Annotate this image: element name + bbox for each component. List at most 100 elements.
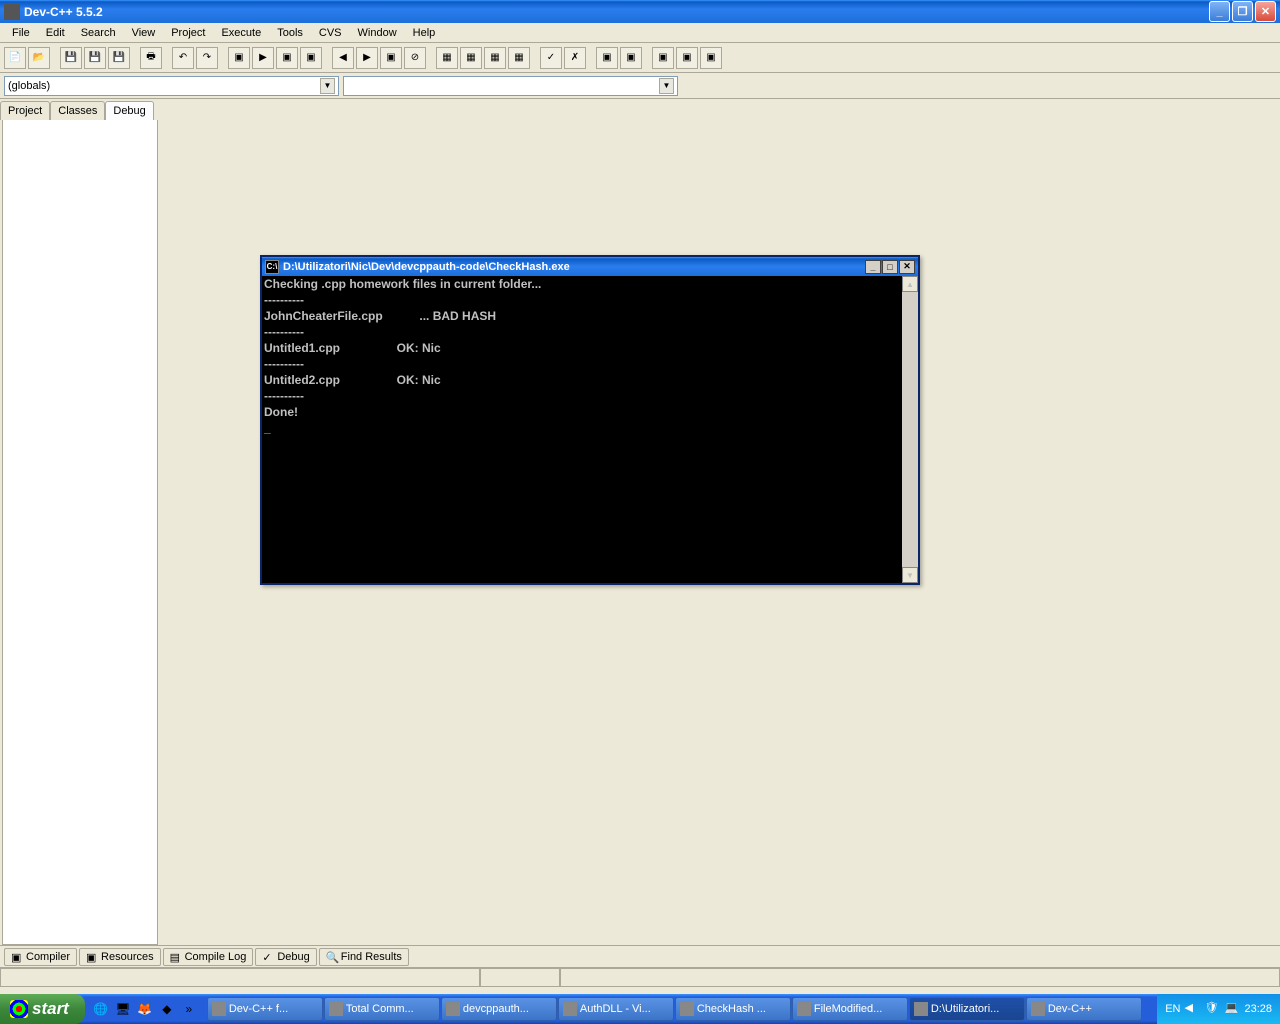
cancel-button[interactable]: ✗: [564, 47, 586, 69]
tb-misc1[interactable]: ▣: [596, 47, 618, 69]
side-panel[interactable]: [2, 120, 158, 945]
tab-compiler[interactable]: ▣ Compiler: [4, 948, 77, 966]
tb-goto2[interactable]: ▣: [676, 47, 698, 69]
save-as-button[interactable]: 💾: [108, 47, 130, 69]
tab-debug-label: Debug: [277, 951, 309, 963]
redo-button[interactable]: ↷: [196, 47, 218, 69]
task-icon: [1031, 1002, 1045, 1016]
task-item[interactable]: D:\Utilizatori...: [909, 997, 1025, 1021]
bottom-tabs: ▣ Compiler ▣ Resources ▤ Compile Log ✓ D…: [0, 945, 1280, 967]
resources-icon: ▣: [86, 951, 98, 963]
toolbar: 📄 📂 💾 💾 💾 🖶 ↶ ↷ ▣ ▶ ▣ ▣ ◀ ▶ ▣ ⊘ ▦ ▦ ▦ ▦ …: [0, 43, 1280, 73]
console-close-button[interactable]: ✕: [899, 260, 915, 274]
maximize-button[interactable]: ❐: [1232, 1, 1253, 22]
compile-button[interactable]: ▣: [228, 47, 250, 69]
compile-run-button[interactable]: ▣: [276, 47, 298, 69]
forward-button[interactable]: ▶: [356, 47, 378, 69]
tray-icon[interactable]: ◀: [1184, 1001, 1200, 1017]
console-maximize-button[interactable]: □: [882, 260, 898, 274]
task-item[interactable]: CheckHash ...: [675, 997, 791, 1021]
run-button[interactable]: ▶: [252, 47, 274, 69]
ql-app-icon[interactable]: ◆: [157, 999, 177, 1019]
tab-project[interactable]: Project: [0, 101, 50, 120]
tab-classes[interactable]: Classes: [50, 101, 105, 120]
menu-search[interactable]: Search: [73, 25, 124, 41]
ql-firefox-icon[interactable]: 🦊: [135, 999, 155, 1019]
tb-goto1[interactable]: ▣: [652, 47, 674, 69]
task-icon: [446, 1002, 460, 1016]
menu-file[interactable]: File: [4, 25, 38, 41]
tb-goto3[interactable]: ▣: [700, 47, 722, 69]
console-minimize-button[interactable]: _: [865, 260, 881, 274]
log-icon: ▤: [170, 951, 182, 963]
rebuild-button[interactable]: ▣: [300, 47, 322, 69]
tab-debug-bottom[interactable]: ✓ Debug: [255, 948, 316, 966]
ql-ie-icon[interactable]: 🌐: [91, 999, 111, 1019]
tray-icon[interactable]: 💻: [1224, 1001, 1240, 1017]
system-tray: EN ◀ 🛡 💻 23:28: [1157, 994, 1280, 1024]
check-button[interactable]: ✓: [540, 47, 562, 69]
new-file-button[interactable]: 📄: [4, 47, 26, 69]
print-button[interactable]: 🖶: [140, 47, 162, 69]
console-window: C:\ D:\Utilizatori\Nic\Dev\devcppauth-co…: [260, 255, 920, 585]
stop-button[interactable]: ⊘: [404, 47, 426, 69]
close-button[interactable]: ✕: [1255, 1, 1276, 22]
ql-desktop-icon[interactable]: 🖥: [113, 999, 133, 1019]
tab-compiler-label: Compiler: [26, 951, 70, 963]
save-all-button[interactable]: 💾: [84, 47, 106, 69]
tb-misc2[interactable]: ▣: [620, 47, 642, 69]
task-label: FileModified...: [814, 1003, 882, 1015]
menu-tools[interactable]: Tools: [269, 25, 311, 41]
language-indicator[interactable]: EN: [1165, 1003, 1180, 1015]
task-item[interactable]: AuthDLL - Vi...: [558, 997, 674, 1021]
clock[interactable]: 23:28: [1244, 1003, 1272, 1015]
console-output[interactable]: Checking .cpp homework files in current …: [262, 276, 918, 583]
titlebar: Dev-C++ 5.5.2 _ ❐ ✕: [0, 0, 1280, 23]
task-item[interactable]: Dev-C++: [1026, 997, 1142, 1021]
status-cell-1: [0, 968, 480, 987]
task-label: Dev-C++ f...: [229, 1003, 288, 1015]
tab-compile-log[interactable]: ▤ Compile Log: [163, 948, 254, 966]
scope-combo[interactable]: (globals) ▼: [4, 76, 339, 96]
tb-grid1[interactable]: ▦: [436, 47, 458, 69]
task-icon: [329, 1002, 343, 1016]
tab-find-results[interactable]: 🔍 Find Results: [319, 948, 409, 966]
minimize-button[interactable]: _: [1209, 1, 1230, 22]
task-item[interactable]: Dev-C++ f...: [207, 997, 323, 1021]
menu-view[interactable]: View: [124, 25, 164, 41]
tb-grid2[interactable]: ▦: [460, 47, 482, 69]
undo-button[interactable]: ↶: [172, 47, 194, 69]
task-label: devcppauth...: [463, 1003, 529, 1015]
console-scrollbar[interactable]: ▲▼: [902, 276, 918, 583]
statusbar: [0, 967, 1280, 987]
ql-expand-icon[interactable]: »: [179, 999, 199, 1019]
menu-cvs[interactable]: CVS: [311, 25, 350, 41]
task-icon: [797, 1002, 811, 1016]
debug-button[interactable]: ▣: [380, 47, 402, 69]
task-item[interactable]: FileModified...: [792, 997, 908, 1021]
menu-help[interactable]: Help: [405, 25, 444, 41]
task-label: Dev-C++: [1048, 1003, 1092, 1015]
task-item[interactable]: devcppauth...: [441, 997, 557, 1021]
scroll-up-button[interactable]: ▲: [902, 276, 918, 292]
console-titlebar[interactable]: C:\ D:\Utilizatori\Nic\Dev\devcppauth-co…: [262, 257, 918, 276]
back-button[interactable]: ◀: [332, 47, 354, 69]
windows-logo-icon: [10, 1000, 28, 1018]
tb-grid3[interactable]: ▦: [484, 47, 506, 69]
tray-icon[interactable]: 🛡: [1204, 1001, 1220, 1017]
tab-resources[interactable]: ▣ Resources: [79, 948, 161, 966]
menu-edit[interactable]: Edit: [38, 25, 73, 41]
task-item[interactable]: Total Comm...: [324, 997, 440, 1021]
start-button[interactable]: start: [0, 994, 85, 1024]
open-button[interactable]: 📂: [28, 47, 50, 69]
scroll-down-button[interactable]: ▼: [902, 567, 918, 583]
menu-project[interactable]: Project: [163, 25, 213, 41]
app-icon: [4, 4, 20, 20]
member-combo[interactable]: ▼: [343, 76, 678, 96]
save-button[interactable]: 💾: [60, 47, 82, 69]
menu-execute[interactable]: Execute: [213, 25, 269, 41]
menu-window[interactable]: Window: [350, 25, 405, 41]
tb-grid4[interactable]: ▦: [508, 47, 530, 69]
tab-debug[interactable]: Debug: [105, 101, 153, 120]
task-icon: [914, 1002, 928, 1016]
